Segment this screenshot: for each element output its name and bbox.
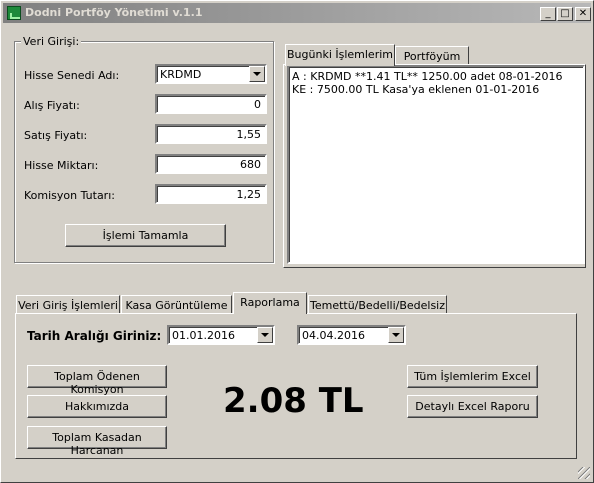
detailed-excel-report-button[interactable]: Detaylı Excel Raporu <box>407 395 538 418</box>
quantity-field[interactable]: 680 <box>155 154 267 174</box>
tab-portfolio[interactable]: Portföyüm <box>395 46 469 65</box>
buy-price-label: Alış Fiyatı: <box>24 99 80 112</box>
close-button[interactable]: ✕ <box>575 7 591 21</box>
minimize-button[interactable]: _ <box>540 7 556 21</box>
date-range-label: Tarih Aralığı Giriniz: <box>27 329 162 343</box>
about-button[interactable]: Hakkımızda <box>27 395 167 418</box>
list-item[interactable]: KE : 7500.00 TL Kasa'ya eklenen 01-01-20… <box>292 83 580 96</box>
date-from-value: 01.01.2016 <box>172 329 235 342</box>
sell-price-field[interactable]: 1,55 <box>155 124 267 144</box>
date-to-value: 04.04.2016 <box>302 329 365 342</box>
transactions-list[interactable]: A : KRDMD **1.41 TL** 1250.00 adet 08-01… <box>287 65 585 264</box>
date-from-picker[interactable]: 01.01.2016 <box>167 325 275 345</box>
buy-price-field[interactable]: 0 <box>155 94 267 114</box>
sell-price-label: Satış Fiyatı: <box>24 129 88 142</box>
commission-label: Komisyon Tutarı: <box>24 189 115 202</box>
main-window: Dodni Portföy Yönetimi v.1.1 _ □ ✕ Veri … <box>0 0 594 483</box>
complete-transaction-button[interactable]: İşlemi Tamamla <box>65 224 226 247</box>
title-bar[interactable]: Dodni Portföy Yönetimi v.1.1 _ □ ✕ <box>3 3 591 23</box>
total-commission-button[interactable]: Toplam Ödenen Komisyon <box>27 365 167 396</box>
chevron-down-icon[interactable] <box>388 327 404 343</box>
tab-todays-transactions[interactable]: Bugünki İşlemlerim <box>285 44 395 66</box>
data-entry-legend: Veri Girişi: <box>21 35 82 48</box>
tab-dividends[interactable]: Temettü/Bedelli/Bedelsiz <box>308 295 447 314</box>
stock-name-label: Hisse Senedi Adı: <box>24 69 120 82</box>
total-spent-button[interactable]: Toplam Kasadan Harcanan <box>27 426 167 457</box>
chevron-down-icon[interactable] <box>249 66 265 82</box>
stock-name-combo[interactable]: KRDMD <box>155 64 267 84</box>
tab-cash-view[interactable]: Kasa Görüntüleme <box>121 295 232 314</box>
tab-reporting[interactable]: Raporlama <box>233 292 307 314</box>
all-transactions-excel-button[interactable]: Tüm İşlemlerim Excel <box>407 365 538 388</box>
report-result-value: 2.08 TL <box>223 381 364 421</box>
stock-name-value: KRDMD <box>160 68 202 81</box>
date-to-picker[interactable]: 04.04.2016 <box>297 325 406 345</box>
maximize-button[interactable]: □ <box>557 7 573 21</box>
app-chart-icon <box>7 6 21 20</box>
quantity-label: Hisse Miktarı: <box>24 159 99 172</box>
list-item[interactable]: A : KRDMD **1.41 TL** 1250.00 adet 08-01… <box>292 70 580 83</box>
chevron-down-icon[interactable] <box>257 327 273 343</box>
tab-data-entry[interactable]: Veri Giriş İşlemleri <box>16 295 120 314</box>
commission-field[interactable]: 1,25 <box>155 184 267 204</box>
window-title: Dodni Portföy Yönetimi v.1.1 <box>25 6 203 19</box>
resize-grip-icon[interactable] <box>578 467 590 479</box>
